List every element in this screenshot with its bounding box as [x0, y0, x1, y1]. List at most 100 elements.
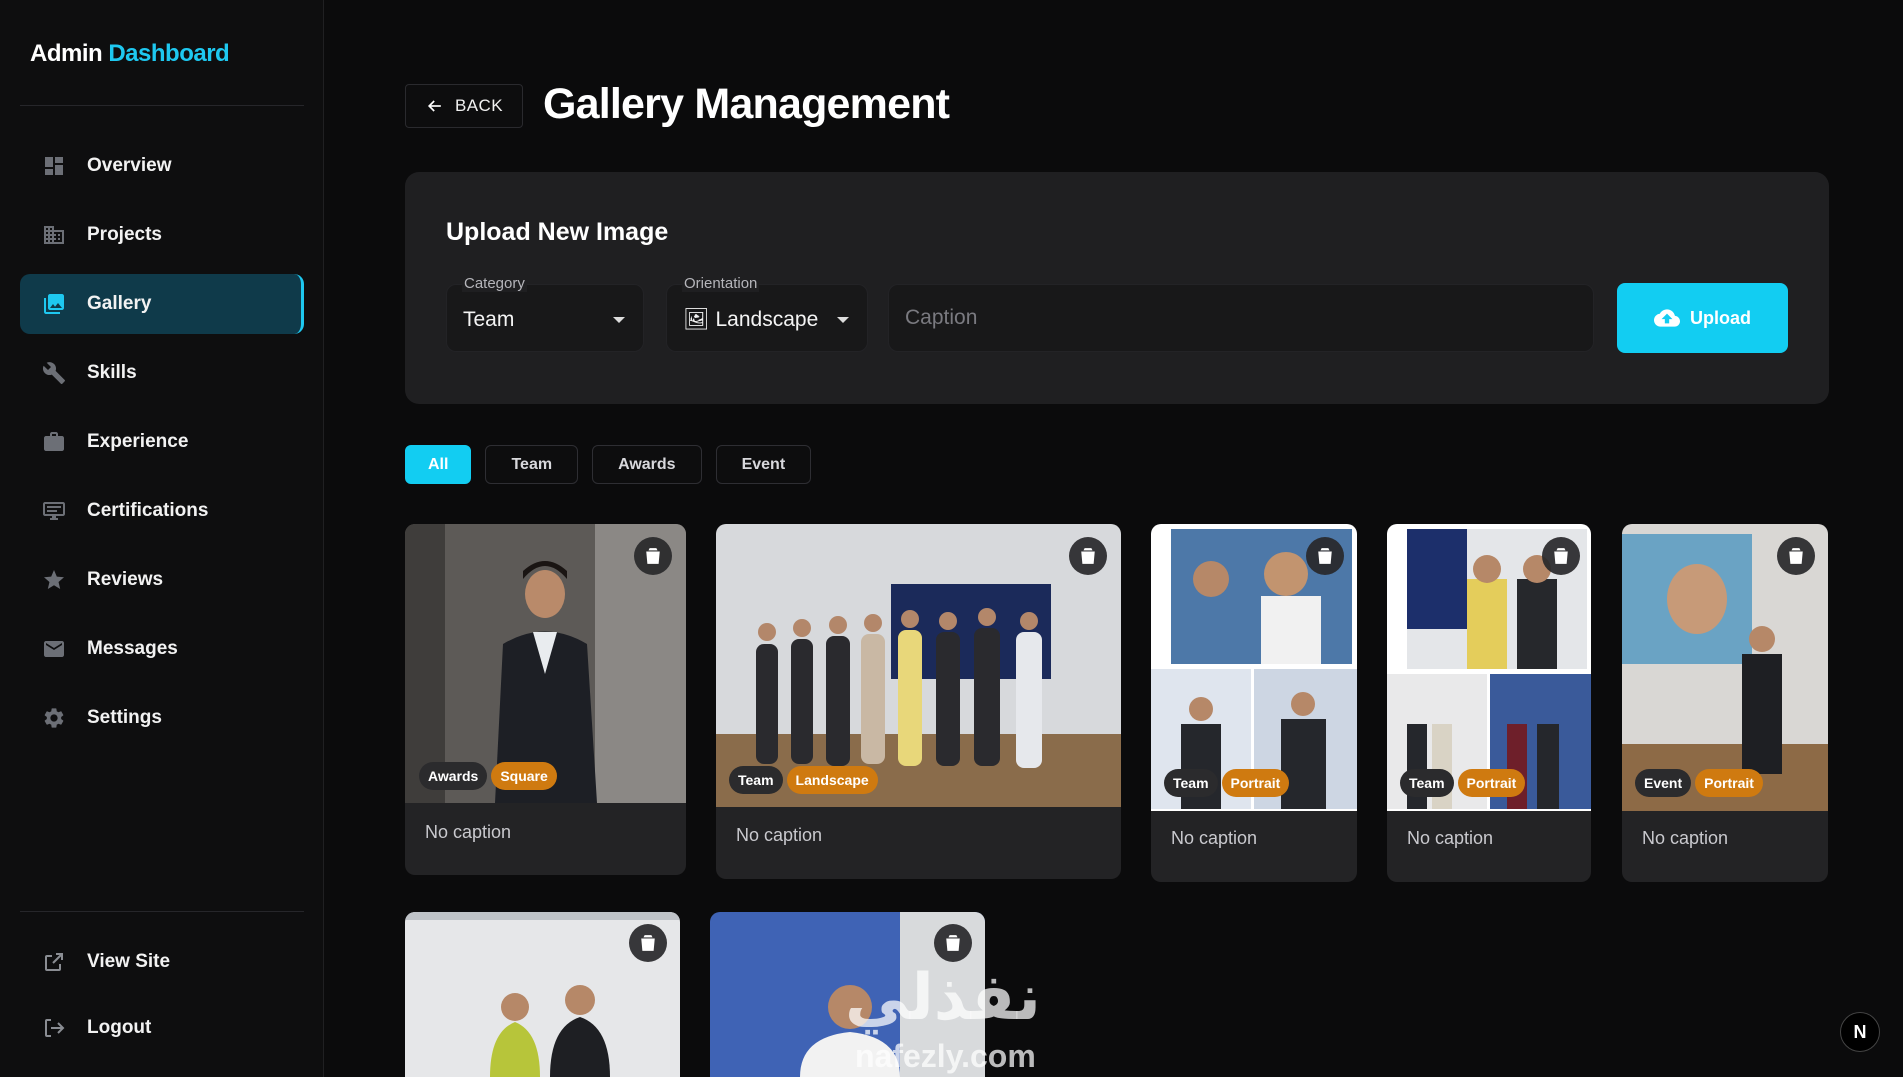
sidebar-item-label: Gallery	[87, 293, 152, 314]
sidebar-divider-bottom	[20, 911, 304, 912]
filter-team[interactable]: Team	[485, 445, 579, 484]
brand-logo[interactable]: Admin Dashboard	[30, 40, 230, 68]
category-badge: Team	[729, 766, 783, 794]
category-value: Team	[463, 308, 515, 331]
sidebar-item-overview[interactable]: Overview	[20, 136, 304, 196]
certificate-icon	[42, 499, 66, 523]
mail-icon	[42, 637, 66, 661]
sidebar-item-label: Projects	[87, 224, 162, 245]
gallery-card: Event Portrait No caption	[1622, 524, 1828, 882]
delete-button[interactable]	[1777, 537, 1815, 575]
card-caption: No caption	[425, 822, 512, 842]
delete-button[interactable]	[629, 924, 667, 962]
dev-tools-button[interactable]: N	[1840, 1012, 1880, 1052]
card-badges: Team Landscape	[729, 766, 878, 794]
card-caption: No caption	[1171, 828, 1258, 848]
back-button[interactable]: BACK	[405, 84, 523, 128]
sidebar-item-skills[interactable]: Skills	[20, 343, 304, 403]
sidebar-item-settings[interactable]: Settings	[20, 688, 304, 748]
arrow-left-icon	[428, 100, 441, 112]
brand-dashboard: Dashboard	[108, 40, 230, 67]
sidebar-item-experience[interactable]: Experience	[20, 412, 304, 472]
upload-button[interactable]: Upload	[1617, 283, 1788, 353]
orientation-select[interactable]: Orientation 🖼 Landscape	[666, 275, 868, 352]
building-icon	[42, 223, 66, 247]
trash-icon	[1789, 548, 1803, 564]
gallery-image[interactable]	[716, 524, 1121, 807]
chevron-down-icon	[837, 317, 849, 323]
brand-admin: Admin	[30, 40, 103, 67]
sidebar-item-label: Experience	[87, 431, 189, 452]
sidebar-item-label: Settings	[87, 707, 162, 728]
card-caption: No caption	[1642, 828, 1729, 848]
delete-button[interactable]	[1542, 537, 1580, 575]
dashboard-icon	[42, 154, 66, 178]
card-caption: No caption	[1407, 828, 1494, 848]
sidebar-item-projects[interactable]: Projects	[20, 205, 304, 265]
category-select[interactable]: Category Team	[446, 275, 644, 352]
upload-label: Upload	[1690, 307, 1751, 328]
sidebar-item-label: Overview	[87, 155, 172, 176]
trash-icon	[1081, 548, 1095, 564]
sidebar-item-certifications[interactable]: Certifications	[20, 481, 304, 541]
trash-icon	[646, 548, 660, 564]
category-badge: Team	[1164, 769, 1218, 797]
orientation-badge: Square	[491, 762, 557, 790]
wrench-icon	[42, 361, 66, 385]
orientation-value: 🖼 Landscape	[683, 308, 819, 331]
category-label: Category	[462, 275, 527, 292]
view-site-link[interactable]: View Site	[20, 932, 304, 992]
gear-icon	[42, 706, 66, 730]
upload-panel: Upload New Image Category Team Orientati…	[405, 172, 1829, 404]
sidebar-bottom-nav: View Site Logout	[20, 932, 304, 1064]
orientation-badge: Portrait	[1221, 769, 1290, 797]
card-badges: Awards Square	[419, 762, 557, 790]
sidebar-item-gallery[interactable]: Gallery	[20, 274, 304, 334]
trash-icon	[946, 935, 960, 951]
card-caption: No caption	[736, 825, 823, 845]
filter-awards[interactable]: Awards	[592, 445, 702, 484]
sidebar: Admin Dashboard Overview Projects Galler…	[0, 0, 324, 1077]
logout-label: Logout	[87, 1017, 152, 1038]
trash-icon	[641, 935, 655, 951]
filter-event[interactable]: Event	[715, 445, 812, 484]
chevron-down-icon	[613, 317, 625, 323]
sidebar-item-label: Reviews	[87, 569, 164, 590]
orientation-badge: Portrait	[1695, 769, 1763, 797]
upload-title: Upload New Image	[446, 218, 669, 246]
briefcase-icon	[42, 430, 66, 454]
gallery-card: Team Portrait No caption	[1387, 524, 1591, 882]
page-title: Gallery Management	[543, 80, 950, 128]
delete-button[interactable]	[1069, 537, 1107, 575]
sidebar-nav: Overview Projects Gallery Skills Experie…	[20, 136, 304, 757]
orientation-badge: Landscape	[786, 766, 878, 794]
filter-tabs: All Team Awards Event	[405, 445, 812, 484]
logout-button[interactable]: Logout	[20, 998, 304, 1058]
category-badge: Team	[1400, 769, 1454, 797]
sidebar-item-messages[interactable]: Messages	[20, 619, 304, 679]
delete-button[interactable]	[934, 924, 972, 962]
cloud-upload-icon	[1654, 309, 1680, 327]
card-badges: Team Portrait	[1164, 769, 1290, 797]
external-link-icon	[42, 950, 66, 974]
delete-button[interactable]	[634, 537, 672, 575]
star-icon	[42, 568, 66, 592]
sidebar-item-label: Certifications	[87, 500, 209, 521]
gallery-card: Team Landscape No caption	[716, 524, 1121, 879]
trash-icon	[1318, 548, 1332, 564]
orientation-label: Orientation	[682, 275, 760, 292]
sidebar-item-label: Skills	[87, 362, 137, 383]
back-label: BACK	[455, 96, 503, 115]
sidebar-divider-top	[20, 105, 304, 106]
filter-all[interactable]: All	[405, 445, 472, 484]
orientation-badge: Portrait	[1457, 769, 1526, 797]
gallery-card	[405, 912, 680, 1077]
sidebar-item-reviews[interactable]: Reviews	[20, 550, 304, 610]
card-badges: Event Portrait	[1635, 769, 1763, 797]
delete-button[interactable]	[1306, 537, 1344, 575]
view-site-label: View Site	[87, 951, 171, 972]
caption-input[interactable]	[888, 284, 1594, 352]
gallery-card	[710, 912, 985, 1077]
gallery-card: Team Portrait No caption	[1151, 524, 1357, 882]
card-badges: Team Portrait	[1400, 769, 1526, 797]
